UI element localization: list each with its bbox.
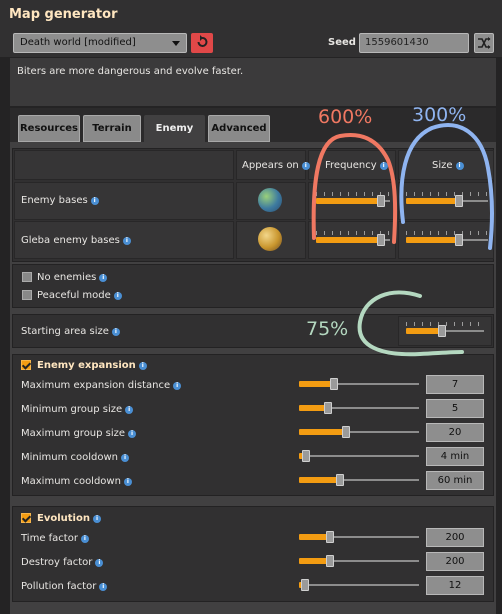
starting-area-annotation: 75%: [306, 318, 349, 340]
annotation-overlay: [311, 123, 494, 357]
size-annotation-stroke: [399, 123, 494, 250]
frequency-annotation: 600%: [318, 106, 373, 128]
frequency-annotation-stroke: [311, 133, 398, 244]
starting-area-annotation-stroke: [357, 290, 464, 357]
size-annotation: 300%: [412, 104, 467, 126]
